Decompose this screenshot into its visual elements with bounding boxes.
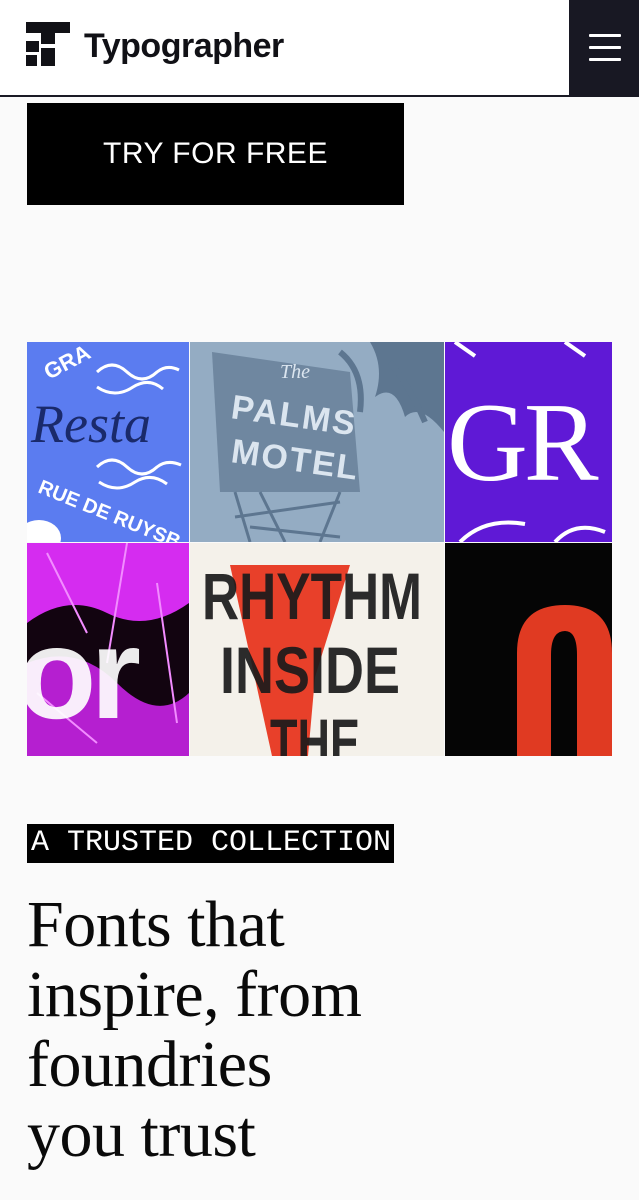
hamburger-menu-icon-line: [589, 46, 621, 49]
tile-purple-letters: GR: [447, 381, 599, 505]
font-gallery: GRA Resta RUE DE RUYSB The PALMS MOTEL G…: [27, 342, 612, 756]
tile-palms-the: The: [280, 361, 310, 383]
font-tile-rhythm[interactable]: RHYTHM INSIDE THE: [190, 543, 444, 756]
headline-line: inspire, from: [27, 958, 362, 1031]
brand-name[interactable]: Typographer: [84, 24, 284, 68]
site-header: Typographer: [0, 0, 639, 97]
tile-magenta-letters: or: [27, 600, 139, 746]
font-tile-magenta[interactable]: or: [27, 543, 189, 756]
tile-rhythm-line-3: THE: [270, 705, 360, 756]
hamburger-menu-icon-line: [589, 58, 621, 61]
hamburger-menu-icon: [589, 34, 621, 37]
section-eyebrow: A TRUSTED COLLECTION: [27, 824, 395, 863]
font-tile-red-arch[interactable]: n: [445, 543, 612, 756]
headline-line: you trust: [27, 1098, 256, 1171]
font-tile-purple-serif[interactable]: GR: [445, 342, 612, 542]
font-tile-restaurant[interactable]: GRA Resta RUE DE RUYSB: [27, 342, 189, 542]
tile-rhythm-line-1: RHYTHM: [202, 559, 422, 633]
try-for-free-button[interactable]: TRY FOR FREE: [27, 103, 404, 205]
headline-line: Fonts that: [27, 888, 285, 961]
headline-line: foundries: [27, 1028, 272, 1101]
typographer-logo-icon[interactable]: [26, 22, 70, 66]
font-tile-palms-motel[interactable]: The PALMS MOTEL: [190, 342, 444, 542]
tile-rhythm-line-2: INSIDE: [220, 633, 400, 707]
section-headline: Fonts that inspire, from foundries you t…: [27, 890, 487, 1170]
menu-button[interactable]: [569, 0, 639, 97]
tile-restaurant-script: Resta: [30, 394, 151, 454]
